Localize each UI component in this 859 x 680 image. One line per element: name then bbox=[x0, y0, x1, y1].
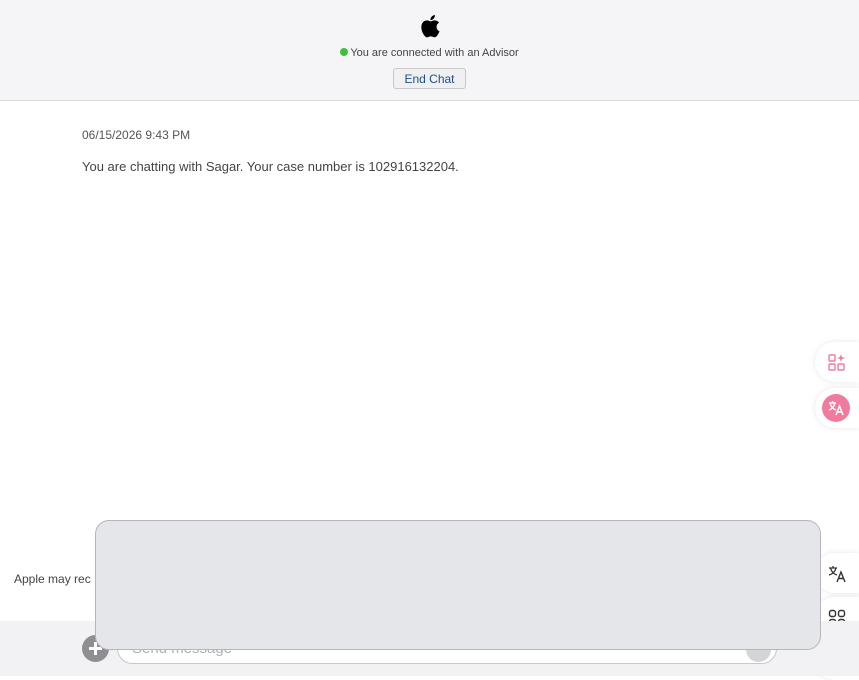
end-chat-button[interactable]: End Chat bbox=[393, 68, 466, 89]
chat-header: You are connected with an Advisor End Ch… bbox=[0, 0, 859, 101]
translate-pink-icon bbox=[822, 394, 850, 422]
apps-sparkle-button[interactable] bbox=[815, 342, 859, 382]
translate-icon bbox=[828, 566, 846, 583]
overlay-panel bbox=[95, 520, 821, 650]
disclaimer-text: Apple may rec bbox=[14, 572, 91, 586]
translate-page-button[interactable] bbox=[815, 388, 859, 428]
status-text: You are connected with an Advisor bbox=[350, 47, 519, 59]
translate-button[interactable] bbox=[815, 553, 859, 593]
system-message: You are chatting with Sagar. Your case n… bbox=[82, 159, 459, 174]
message-timestamp: 06/15/2026 9:43 PM bbox=[82, 128, 191, 142]
apple-logo-icon bbox=[421, 14, 440, 38]
apps-sparkle-icon bbox=[828, 354, 845, 371]
status-dot-icon bbox=[340, 48, 349, 56]
connection-status: You are connected with an Advisor bbox=[0, 47, 859, 59]
